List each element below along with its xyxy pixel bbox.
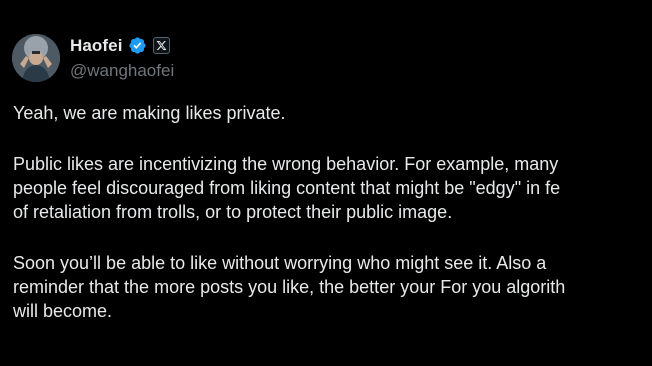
text-line: reminder that the more posts you like, t… [13, 277, 566, 297]
tweet-header: Haofei @wanghaofei [12, 33, 174, 83]
tweet: Haofei @wanghaofei Yeah, we are making l… [0, 0, 652, 366]
name-row: Haofei [70, 35, 174, 57]
text-line: people feel discouraged from liking cont… [13, 178, 561, 198]
text-line: Public likes are incentivizing the wrong… [13, 154, 559, 174]
author-names: Haofei @wanghaofei [70, 34, 174, 82]
avatar-image [12, 34, 60, 82]
display-name[interactable]: Haofei [70, 36, 123, 56]
avatar[interactable] [12, 34, 60, 82]
text-line: of retaliation from trolls, or to protec… [13, 202, 453, 222]
verified-badge-icon[interactable] [128, 36, 147, 55]
handle[interactable]: @wanghaofei [70, 60, 174, 82]
x-logo-icon[interactable] [152, 37, 170, 54]
text-line: Soon you’ll be able to like without worr… [13, 253, 547, 273]
text-line: Yeah, we are making likes private. [13, 103, 286, 123]
text-line: will become. [13, 301, 113, 321]
tweet-text: Yeah, we are making likes private. Publi… [13, 101, 652, 323]
